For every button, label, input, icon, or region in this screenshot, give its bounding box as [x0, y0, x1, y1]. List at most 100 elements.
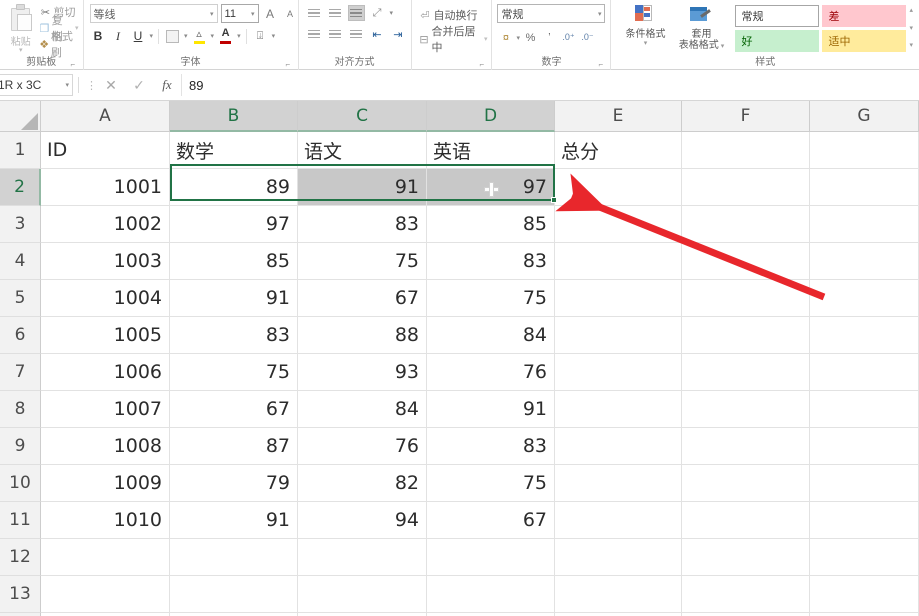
cell-A2[interactable]: 1001	[41, 169, 170, 206]
cell-A1[interactable]: ID	[41, 132, 170, 169]
cell-D7[interactable]: 76	[427, 354, 555, 391]
cell-C12[interactable]	[298, 539, 427, 576]
cell-B7[interactable]: 75	[170, 354, 298, 391]
cell-style-neutral[interactable]: 适中	[822, 30, 907, 52]
cell-E4[interactable]	[555, 243, 682, 280]
cell-A13[interactable]	[41, 576, 170, 613]
cell-B8[interactable]: 67	[170, 391, 298, 428]
paste-button[interactable]: 粘贴 ▾	[4, 2, 37, 54]
number-format-combo[interactable]: 常规 ▾	[497, 4, 606, 23]
cell-C4[interactable]: 75	[298, 243, 427, 280]
cell-A5[interactable]: 1004	[41, 280, 170, 317]
format-as-table-button[interactable]: 套用 表格格式 ▾	[673, 3, 729, 51]
cell-D10[interactable]: 75	[427, 465, 555, 502]
orientation-button[interactable]: ⤢	[369, 5, 386, 21]
cell-G11[interactable]	[810, 502, 919, 539]
cell-E12[interactable]	[555, 539, 682, 576]
cell-G4[interactable]	[810, 243, 919, 280]
percent-format-button[interactable]: %	[522, 29, 539, 46]
cell-C10[interactable]: 82	[298, 465, 427, 502]
cell-G8[interactable]	[810, 391, 919, 428]
cell-A11[interactable]: 1010	[41, 502, 170, 539]
chevron-down-icon[interactable]: ▾	[719, 43, 725, 50]
font-size-combo[interactable]: 11 ▾	[220, 4, 259, 23]
scroll-down-icon[interactable]: ▾	[909, 24, 913, 33]
cell-A12[interactable]	[41, 539, 170, 576]
row-header-10[interactable]: 10	[0, 465, 41, 502]
decrease-decimal-button[interactable]: .0⁻	[579, 29, 596, 46]
cell-E6[interactable]	[555, 317, 682, 354]
cell-E8[interactable]	[555, 391, 682, 428]
increase-indent-button[interactable]: ⇥	[390, 26, 407, 42]
cell-F1[interactable]	[682, 132, 810, 169]
shrink-font-button[interactable]: A	[282, 5, 299, 23]
cell-G5[interactable]	[810, 280, 919, 317]
row-header-1[interactable]: 1	[0, 132, 41, 169]
fill-color-button[interactable]: ▵	[191, 27, 208, 45]
align-top-button[interactable]	[306, 5, 323, 21]
cell-B1[interactable]: 数学	[170, 132, 298, 169]
increase-decimal-button[interactable]: .0⁺	[560, 29, 577, 46]
cell-D4[interactable]: 83	[427, 243, 555, 280]
formula-input[interactable]: 89	[181, 74, 919, 96]
cell-E11[interactable]	[555, 502, 682, 539]
gallery-more-icon[interactable]: ▾	[909, 41, 913, 50]
chevron-down-icon[interactable]: ▾	[19, 47, 23, 54]
row-header-9[interactable]: 9	[0, 428, 41, 465]
cell-A8[interactable]: 1007	[41, 391, 170, 428]
cell-G10[interactable]	[810, 465, 919, 502]
cell-B6[interactable]: 83	[170, 317, 298, 354]
cell-D12[interactable]	[427, 539, 555, 576]
cell-E2[interactable]	[555, 169, 682, 206]
cancel-entry-button[interactable]: ✕	[97, 77, 125, 94]
cell-B13[interactable]	[170, 576, 298, 613]
align-bottom-button[interactable]	[347, 5, 365, 21]
cell-F6[interactable]	[682, 317, 810, 354]
column-header-g[interactable]: G	[810, 101, 919, 132]
cell-A7[interactable]: 1006	[41, 354, 170, 391]
cell-G3[interactable]	[810, 206, 919, 243]
select-all-button[interactable]	[0, 101, 41, 132]
cell-style-bad[interactable]: 差	[822, 5, 907, 27]
cell-G13[interactable]	[810, 576, 919, 613]
chevron-down-icon[interactable]: ▾	[150, 32, 154, 40]
cell-F3[interactable]	[682, 206, 810, 243]
clipboard-dialog-launcher[interactable]: ⌐	[71, 60, 80, 69]
cell-G2[interactable]	[810, 169, 919, 206]
align-right-button[interactable]	[348, 26, 365, 42]
cell-D11[interactable]: 67	[427, 502, 555, 539]
comma-format-button[interactable]: ʼ	[541, 29, 558, 46]
cell-B5[interactable]: 91	[170, 280, 298, 317]
cell-D6[interactable]: 84	[427, 317, 555, 354]
cell-F4[interactable]	[682, 243, 810, 280]
cell-F13[interactable]	[682, 576, 810, 613]
insert-function-button[interactable]: fx	[153, 77, 181, 93]
align-middle-button[interactable]	[327, 5, 344, 21]
align-left-button[interactable]	[306, 26, 323, 42]
scroll-up-icon[interactable]: ▴	[909, 6, 913, 15]
decrease-indent-button[interactable]: ⇤	[369, 26, 386, 42]
cell-B12[interactable]	[170, 539, 298, 576]
row-header-3[interactable]: 3	[0, 206, 41, 243]
cell-E10[interactable]	[555, 465, 682, 502]
cell-F5[interactable]	[682, 280, 810, 317]
cell-C9[interactable]: 76	[298, 428, 427, 465]
chevron-down-icon[interactable]: ▾	[184, 32, 188, 40]
merge-center-button[interactable]: ⊟ 合并后居中 ▾	[417, 26, 487, 54]
cell-E3[interactable]	[555, 206, 682, 243]
phonetic-guide-button[interactable]: ⍗	[252, 27, 269, 45]
cell-B2[interactable]: 89	[170, 169, 298, 206]
row-header-6[interactable]: 6	[0, 317, 41, 354]
cell-D3[interactable]: 85	[427, 206, 555, 243]
borders-button[interactable]	[164, 27, 181, 45]
column-header-a[interactable]: A	[41, 101, 170, 132]
italic-button[interactable]: I	[110, 27, 127, 45]
chevron-down-icon[interactable]: ▾	[516, 34, 520, 42]
currency-format-button[interactable]: ¤	[497, 29, 514, 46]
cell-A9[interactable]: 1008	[41, 428, 170, 465]
cell-E1[interactable]: 总分	[555, 132, 682, 169]
cell-style-good[interactable]: 好	[735, 30, 820, 52]
cell-B3[interactable]: 97	[170, 206, 298, 243]
cell-D8[interactable]: 91	[427, 391, 555, 428]
alignment-dialog-launcher[interactable]: ⌐	[479, 60, 488, 69]
